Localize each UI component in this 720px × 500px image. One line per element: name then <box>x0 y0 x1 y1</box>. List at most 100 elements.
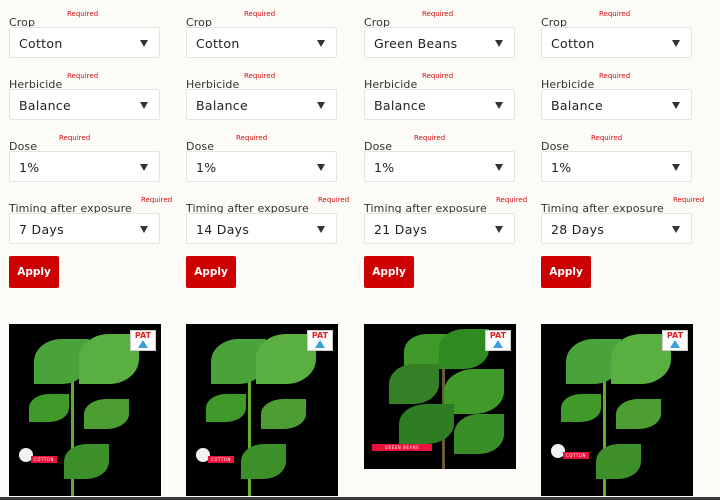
herbicide-select[interactable]: Balance <box>186 89 337 120</box>
timing-select[interactable]: 21 Days <box>364 213 515 244</box>
crop-field: Crop Required Cotton <box>541 0 694 62</box>
crop-badge: GREEN BEANS <box>372 444 432 451</box>
dose-select[interactable]: 1% <box>364 151 515 182</box>
pat-logo: PAT <box>662 330 688 351</box>
herbicide-select[interactable]: Balance <box>541 89 692 120</box>
dropdown-arrow-icon <box>672 226 680 233</box>
timing-field: Timing after exposure Required 28 Days <box>541 186 704 248</box>
required-indicator: Required <box>244 10 276 18</box>
dose-select[interactable]: 1% <box>9 151 160 182</box>
apply-button[interactable]: Apply <box>186 256 236 288</box>
crop-field: Crop Required Cotton <box>9 0 162 62</box>
crop-select[interactable]: Cotton <box>9 27 160 58</box>
dose-field: Dose Required 1% <box>364 124 517 186</box>
herbicide-select[interactable]: Balance <box>9 89 160 120</box>
herbicide-selected-value: Balance <box>19 98 71 113</box>
pat-logo: PAT <box>130 330 156 351</box>
dropdown-arrow-icon <box>672 102 680 109</box>
herbicide-field: Herbicide Required Balance <box>186 62 339 124</box>
crop-selected-value: Cotton <box>551 36 595 51</box>
herbicide-select[interactable]: Balance <box>364 89 515 120</box>
dropdown-arrow-icon <box>140 102 148 109</box>
required-indicator: Required <box>59 134 91 142</box>
dropdown-arrow-icon <box>495 40 503 47</box>
crop-field: Crop Required Cotton <box>186 0 339 62</box>
crop-select[interactable]: Cotton <box>541 27 692 58</box>
comparison-panel: Crop Required Cotton Herbicide Required … <box>9 0 172 496</box>
required-indicator: Required <box>141 196 173 204</box>
dropdown-arrow-icon <box>317 164 325 171</box>
dose-select[interactable]: 1% <box>186 151 337 182</box>
comparison-panel: Crop Required Cotton Herbicide Required … <box>541 0 704 496</box>
plant-photo: PAT COTTON <box>186 324 338 496</box>
dropdown-arrow-icon <box>140 164 148 171</box>
crop-select[interactable]: Green Beans <box>364 27 515 58</box>
crop-badge: COTTON <box>208 456 234 463</box>
dropdown-arrow-icon <box>140 226 148 233</box>
dose-selected-value: 1% <box>551 160 572 175</box>
herbicide-field: Herbicide Required Balance <box>9 62 162 124</box>
required-indicator: Required <box>422 10 454 18</box>
dropdown-arrow-icon <box>672 40 680 47</box>
dropdown-arrow-icon <box>317 102 325 109</box>
timing-selected-value: 14 Days <box>196 222 250 237</box>
dose-selected-value: 1% <box>374 160 395 175</box>
plant-photo: PAT COTTON <box>9 324 161 496</box>
plant-photo: PAT COTTON <box>541 324 693 496</box>
crop-badge: COTTON <box>563 452 589 459</box>
pat-logo: PAT <box>485 330 511 351</box>
dropdown-arrow-icon <box>672 164 680 171</box>
dropdown-arrow-icon <box>317 40 325 47</box>
dropdown-arrow-icon <box>140 40 148 47</box>
dropdown-arrow-icon <box>317 226 325 233</box>
herbicide-selected-value: Balance <box>551 98 603 113</box>
timing-field: Timing after exposure Required 7 Days <box>9 186 172 248</box>
crop-selected-value: Green Beans <box>374 36 458 51</box>
apply-button[interactable]: Apply <box>364 256 414 288</box>
required-indicator: Required <box>318 196 350 204</box>
required-indicator: Required <box>673 196 705 204</box>
pat-logo: PAT <box>307 330 333 351</box>
timing-select[interactable]: 7 Days <box>9 213 160 244</box>
crop-selected-value: Cotton <box>196 36 240 51</box>
plant-photo: PAT GREEN BEANS <box>364 324 516 469</box>
crop-select[interactable]: Cotton <box>186 27 337 58</box>
apply-button[interactable]: Apply <box>541 256 591 288</box>
herbicide-selected-value: Balance <box>374 98 426 113</box>
comparison-panel: Crop Required Green Beans Herbicide Requ… <box>364 0 527 469</box>
crop-selected-value: Cotton <box>19 36 63 51</box>
required-indicator: Required <box>496 196 528 204</box>
required-indicator: Required <box>67 72 99 80</box>
apply-button[interactable]: Apply <box>9 256 59 288</box>
required-indicator: Required <box>599 10 631 18</box>
timing-select[interactable]: 28 Days <box>541 213 692 244</box>
dose-field: Dose Required 1% <box>186 124 339 186</box>
timing-selected-value: 7 Days <box>19 222 64 237</box>
timing-selected-value: 28 Days <box>551 222 605 237</box>
required-indicator: Required <box>599 72 631 80</box>
required-indicator: Required <box>591 134 623 142</box>
dose-select[interactable]: 1% <box>541 151 692 182</box>
herbicide-selected-value: Balance <box>196 98 248 113</box>
required-indicator: Required <box>236 134 268 142</box>
dose-selected-value: 1% <box>196 160 217 175</box>
comparison-panel: Crop Required Cotton Herbicide Required … <box>186 0 349 496</box>
required-indicator: Required <box>414 134 446 142</box>
crop-badge: COTTON <box>31 456 57 463</box>
dropdown-arrow-icon <box>495 102 503 109</box>
timing-select[interactable]: 14 Days <box>186 213 337 244</box>
herbicide-field: Herbicide Required Balance <box>364 62 517 124</box>
required-indicator: Required <box>422 72 454 80</box>
timing-field: Timing after exposure Required 21 Days <box>364 186 527 248</box>
dose-field: Dose Required 1% <box>541 124 694 186</box>
dropdown-arrow-icon <box>495 226 503 233</box>
required-indicator: Required <box>244 72 276 80</box>
crop-field: Crop Required Green Beans <box>364 0 517 62</box>
herbicide-field: Herbicide Required Balance <box>541 62 694 124</box>
timing-field: Timing after exposure Required 14 Days <box>186 186 349 248</box>
timing-selected-value: 21 Days <box>374 222 428 237</box>
dose-field: Dose Required 1% <box>9 124 162 186</box>
dropdown-arrow-icon <box>495 164 503 171</box>
dose-selected-value: 1% <box>19 160 40 175</box>
required-indicator: Required <box>67 10 99 18</box>
